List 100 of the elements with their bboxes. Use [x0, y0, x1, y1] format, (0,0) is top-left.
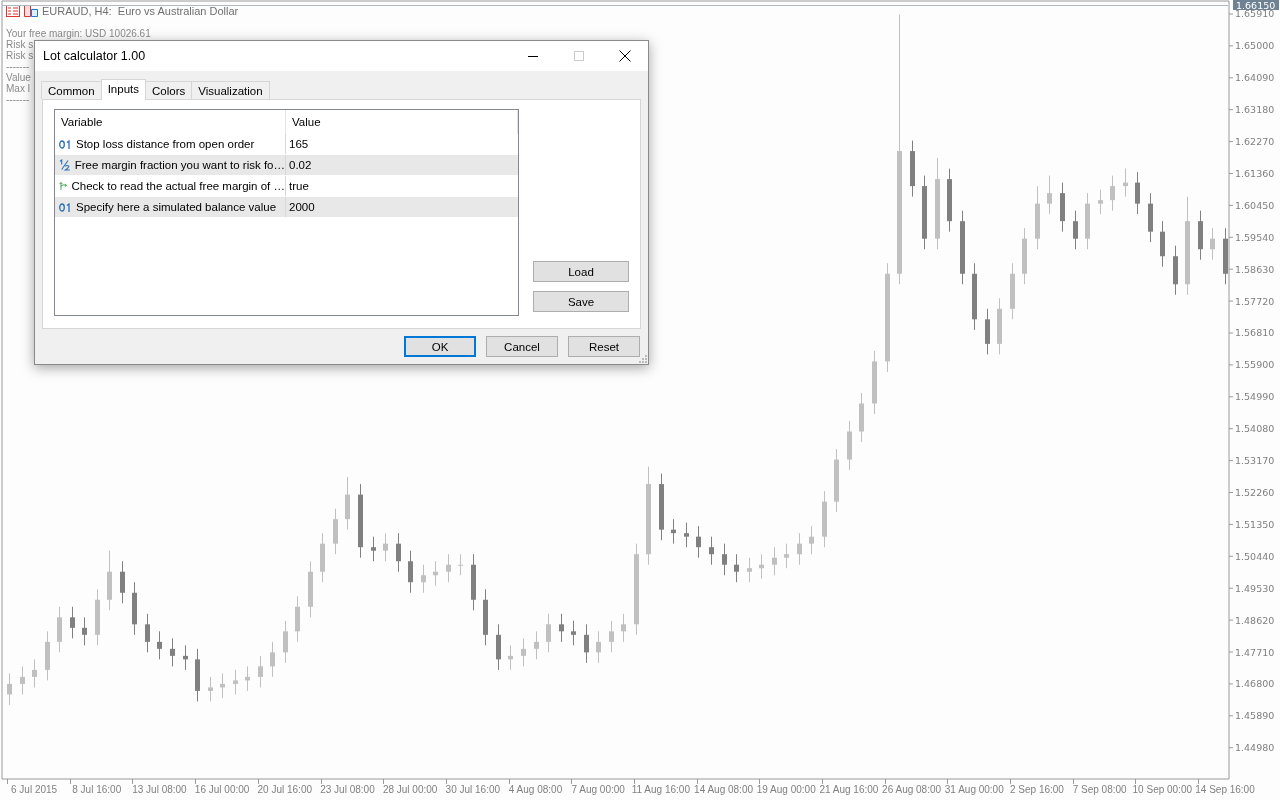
- price-label: 1.46800: [1235, 678, 1275, 690]
- candle: [972, 262, 977, 331]
- candle: [433, 560, 438, 587]
- candle: [396, 532, 401, 573]
- dialog-button[interactable]: Reset: [568, 336, 640, 357]
- candle: [20, 665, 25, 695]
- time-label: 6 Jul 2015: [11, 784, 58, 795]
- candle: [295, 595, 300, 643]
- time-label: 14 Sep 16:00: [1195, 784, 1255, 795]
- price-label: 1.53170: [1235, 455, 1275, 467]
- info-line: Max l: [6, 83, 30, 94]
- candle: [734, 553, 739, 583]
- price-label: 1.55900: [1235, 359, 1275, 371]
- candle: [521, 637, 526, 667]
- candle: [446, 553, 451, 583]
- candle: [270, 641, 275, 678]
- resize-grip-icon[interactable]: [639, 355, 647, 363]
- candle: [571, 620, 576, 646]
- time-label: 10 Sep 00:00: [1132, 784, 1193, 795]
- candle: [822, 490, 827, 548]
- candle: [609, 620, 614, 653]
- time-label: 13 Jul 08:00: [132, 784, 187, 795]
- time-label: 21 Aug 16:00: [819, 784, 879, 795]
- candle: [1010, 262, 1015, 320]
- candle: [496, 623, 501, 671]
- list-icon[interactable]: [6, 5, 20, 17]
- candle: [408, 550, 413, 594]
- value-cell[interactable]: 165: [286, 138, 518, 150]
- fraction-type-icon: [59, 159, 71, 171]
- time-label: 16 Jul 00:00: [194, 784, 250, 795]
- time-label: 8 Jul 16:00: [72, 784, 122, 795]
- tab[interactable]: Inputs: [100, 79, 146, 100]
- candle: [772, 546, 777, 576]
- time-label: 30 Jul 16:00: [445, 784, 501, 795]
- current-price-tag: 1.66150: [1233, 0, 1279, 11]
- column-header[interactable]: Value: [286, 110, 518, 134]
- candle: [471, 553, 476, 611]
- price-label: 1.60450: [1235, 199, 1275, 211]
- candle: [1223, 227, 1228, 285]
- candle: [747, 557, 752, 583]
- candle: [722, 543, 727, 576]
- price-label: 1.54080: [1235, 423, 1275, 435]
- candle: [283, 620, 288, 664]
- time-label: 28 Jul 00:00: [382, 784, 438, 795]
- time-label: 14 Aug 08:00: [694, 784, 754, 795]
- time-label: 23 Jul 08:00: [320, 784, 375, 795]
- candle: [320, 532, 325, 583]
- tab[interactable]: Visualization: [191, 81, 270, 99]
- candle: [195, 648, 200, 702]
- price-label: 1.54990: [1235, 391, 1275, 403]
- value-cell[interactable]: 2000: [286, 201, 518, 213]
- candle: [985, 308, 990, 355]
- minimize-icon: [528, 55, 538, 57]
- price-label: 1.51350: [1235, 518, 1275, 530]
- column-header[interactable]: Variable: [55, 110, 286, 134]
- variable-name[interactable]: Check to read the actual free margin of …: [71, 180, 285, 192]
- price-label: 1.64090: [1235, 72, 1275, 84]
- time-label: 4 Aug 08:00: [508, 784, 563, 795]
- candle: [784, 543, 789, 569]
- candle: [696, 525, 701, 559]
- chart-window-icon[interactable]: [24, 5, 38, 17]
- candle: [95, 588, 100, 646]
- variable-name[interactable]: Free margin fraction you want to risk fo…: [74, 159, 285, 171]
- candle: [1110, 175, 1115, 212]
- candle: [1135, 171, 1140, 215]
- candle: [132, 581, 137, 636]
- candle: [559, 613, 564, 643]
- price-label: 1.47710: [1235, 646, 1275, 658]
- time-label: 11 Aug 16:00: [631, 784, 690, 795]
- candle: [1123, 168, 1128, 198]
- value-cell[interactable]: true: [286, 180, 518, 192]
- tab[interactable]: Common: [41, 81, 102, 99]
- price-label: 1.65000: [1235, 40, 1275, 52]
- variable-name[interactable]: Specify here a simulated balance value: [76, 201, 277, 213]
- candle: [1085, 192, 1090, 250]
- dialog-button[interactable]: OK: [404, 336, 476, 357]
- side-button[interactable]: Save: [533, 291, 629, 312]
- price-label: 1.62270: [1235, 136, 1275, 148]
- candle: [1047, 175, 1052, 215]
- price-label: 1.49530: [1235, 582, 1275, 594]
- time-label: 20 Jul 16:00: [257, 784, 313, 795]
- candle: [947, 168, 952, 233]
- price-label: 1.52260: [1235, 487, 1275, 498]
- side-button[interactable]: Load: [533, 261, 629, 282]
- candle: [183, 644, 188, 671]
- candle: [220, 672, 225, 699]
- value-cell[interactable]: 0.02: [286, 159, 518, 171]
- candle: [847, 420, 852, 471]
- dialog-button[interactable]: Cancel: [486, 336, 558, 357]
- candle: [659, 473, 664, 541]
- candle: [308, 560, 313, 618]
- candle: [859, 392, 864, 443]
- candle: [1060, 182, 1065, 233]
- candle: [145, 613, 150, 653]
- candle: [1073, 210, 1078, 250]
- variable-name[interactable]: Stop loss distance from open order: [76, 138, 255, 150]
- candle: [1210, 227, 1215, 261]
- info-line: -------: [6, 94, 30, 105]
- info-line: -------: [6, 61, 30, 72]
- candle: [997, 297, 1002, 355]
